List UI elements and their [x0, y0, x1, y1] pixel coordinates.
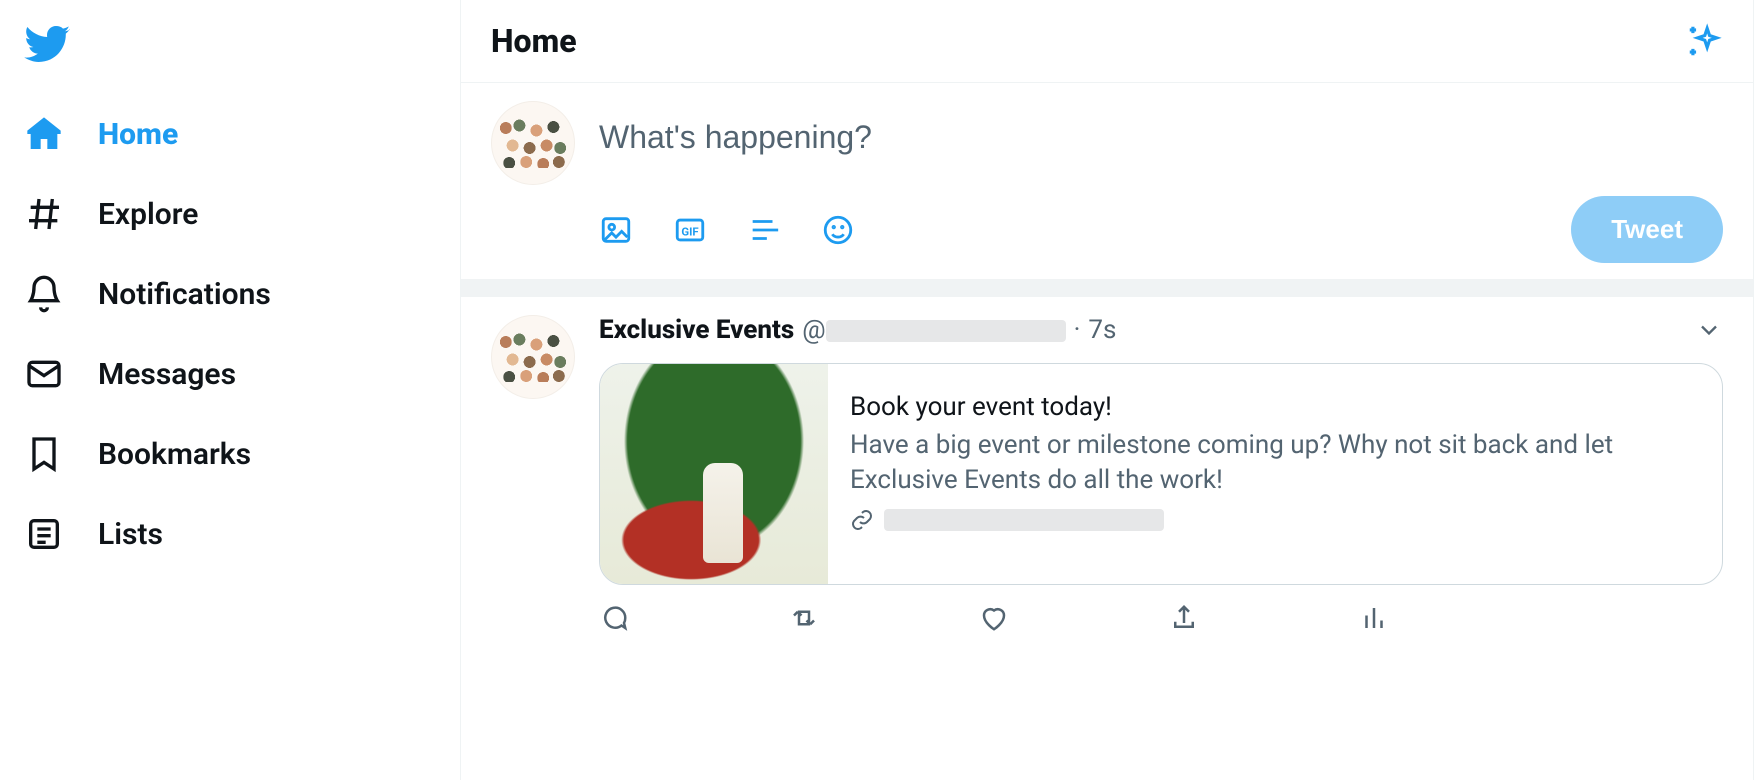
retweet-icon[interactable] — [789, 603, 819, 633]
sidebar-item-label: Bookmarks — [98, 437, 251, 472]
list-icon — [24, 514, 64, 554]
compose-input[interactable] — [599, 101, 1723, 196]
sidebar-item-label: Messages — [98, 357, 236, 392]
sparkle-icon[interactable] — [1685, 22, 1723, 60]
twitter-bird-icon — [24, 20, 72, 68]
avatar-image — [499, 332, 567, 382]
analytics-icon[interactable] — [1359, 603, 1389, 633]
sidebar-item-lists[interactable]: Lists — [14, 494, 173, 574]
page-title: Home — [491, 22, 577, 60]
tweet: Exclusive Events @ · 7s Book your event … — [461, 297, 1753, 643]
tweet-author-handle[interactable]: @ — [802, 315, 1065, 345]
main-column: Home GIF — [461, 0, 1754, 780]
sidebar-item-label: Notifications — [98, 277, 271, 312]
sidebar-item-label: Explore — [98, 197, 198, 232]
sidebar-item-bookmarks[interactable]: Bookmarks — [14, 414, 261, 494]
sidebar-item-label: Lists — [98, 517, 163, 552]
link-card-image — [600, 364, 828, 584]
svg-text:GIF: GIF — [681, 224, 698, 238]
app-root: Home Explore Notifications Messages Book — [0, 0, 1754, 780]
chevron-down-icon[interactable] — [1695, 316, 1723, 344]
poll-icon[interactable] — [747, 213, 781, 247]
tweet-header: Exclusive Events @ · 7s — [599, 315, 1723, 345]
hashtag-icon — [24, 194, 64, 234]
link-card-url — [850, 508, 1700, 532]
avatar-image — [499, 118, 567, 168]
tweet-button[interactable]: Tweet — [1571, 196, 1723, 263]
sidebar-item-notifications[interactable]: Notifications — [14, 254, 281, 334]
link-card[interactable]: Book your event today! Have a big event … — [599, 363, 1723, 585]
sidebar-item-label: Home — [98, 117, 178, 152]
feed-separator — [461, 279, 1753, 297]
tweet-avatar[interactable] — [491, 315, 575, 399]
reply-icon[interactable] — [599, 603, 629, 633]
link-card-description: Have a big event or milestone coming up?… — [850, 428, 1700, 498]
redacted-url — [884, 509, 1164, 531]
redacted-handle — [826, 320, 1066, 342]
image-icon[interactable] — [599, 213, 633, 247]
tweet-composer: GIF Tweet — [461, 83, 1753, 279]
emoji-icon[interactable] — [821, 213, 855, 247]
sidebar-item-explore[interactable]: Explore — [14, 174, 208, 254]
compose-toolbar: GIF Tweet — [599, 196, 1723, 263]
envelope-icon — [24, 354, 64, 394]
tweet-actions — [599, 585, 1723, 633]
sidebar-item-home[interactable]: Home — [14, 94, 188, 174]
sidebar-item-messages[interactable]: Messages — [14, 334, 246, 414]
twitter-logo[interactable] — [14, 12, 460, 94]
link-icon — [850, 508, 874, 532]
bell-icon — [24, 274, 64, 314]
gif-icon[interactable]: GIF — [673, 213, 707, 247]
main-header: Home — [461, 0, 1753, 83]
share-icon[interactable] — [1169, 603, 1199, 633]
home-icon — [24, 114, 64, 154]
link-card-title: Book your event today! — [850, 392, 1700, 422]
time-separator: · — [1074, 315, 1081, 345]
bookmark-icon — [24, 434, 64, 474]
sidebar-nav: Home Explore Notifications Messages Book — [0, 0, 461, 780]
composer-avatar[interactable] — [491, 101, 575, 185]
tweet-author-name[interactable]: Exclusive Events — [599, 315, 794, 345]
like-icon[interactable] — [979, 603, 1009, 633]
tweet-time: 7s — [1088, 315, 1116, 345]
